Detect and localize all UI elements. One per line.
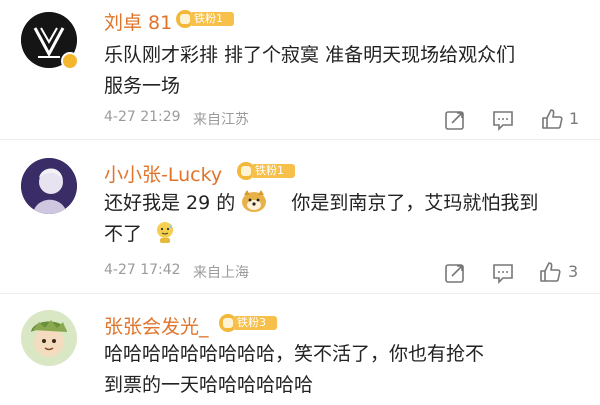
comment-timestamp: 4-27 17:42	[104, 262, 181, 278]
comment-button[interactable]	[491, 108, 515, 132]
username[interactable]: 张张会发光_	[104, 312, 209, 339]
comment-text-line-1: 乐队刚才彩排 排了个寂寞 准备明天现场给观众们	[104, 44, 516, 66]
fan-badge-label: 铁粉3	[233, 316, 277, 330]
avatar[interactable]	[21, 158, 77, 214]
comment-text-line-2: 服务一场	[104, 75, 181, 97]
comment-item: 刘卓 81 铁粉1 乐队刚才彩排 排了个寂寞 准备明天现场给观众们 服务一场 4…	[0, 0, 600, 138]
comment-text-part-1: 还好我是 29 的	[104, 192, 236, 214]
like-count: 3	[568, 262, 579, 281]
share-button[interactable]	[443, 108, 467, 132]
sweat-emoji-icon	[157, 222, 174, 243]
comment-location: 来自上海	[193, 265, 249, 281]
comment-text-line-2: 到票的一天哈哈哈哈哈哈	[104, 374, 314, 396]
comment-text-line-2: 不了	[104, 219, 176, 250]
portrait-avatar-icon	[21, 158, 77, 214]
comment-button[interactable]	[491, 261, 515, 285]
verified-badge-icon	[61, 52, 79, 70]
comment-text-line-1: 还好我是 29 的 你是到南京了，艾玛就怕我到	[104, 188, 538, 219]
fan-badge-label: 铁粉1	[190, 12, 234, 26]
comment-text-line-1: 哈哈哈哈哈哈哈哈哈，笑不活了，你也有抢不	[104, 343, 485, 365]
comment-icon	[493, 264, 513, 284]
comment-location: 来自江苏	[193, 112, 249, 128]
comment-icon	[493, 111, 513, 131]
like-button[interactable]	[540, 107, 564, 131]
avatar[interactable]	[21, 310, 77, 366]
fan-badge: 铁粉3	[219, 314, 277, 332]
username[interactable]: 小小张-Lucky	[104, 160, 222, 187]
like-button[interactable]	[538, 260, 562, 284]
comment-timestamp: 4-27 21:29	[104, 109, 181, 125]
share-button[interactable]	[443, 261, 467, 285]
fan-badge: 铁粉1	[176, 10, 234, 28]
share-icon	[445, 111, 464, 130]
username[interactable]: 刘卓 81	[104, 8, 172, 35]
fan-badge: 铁粉1	[237, 162, 295, 180]
comment-text-part-2: 你是到南京了，艾玛就怕我到	[291, 192, 539, 214]
comment-item: 小小张-Lucky 铁粉1 还好我是 29 的 你是到南京了，艾玛就怕我到 不了…	[0, 140, 600, 292]
share-icon	[445, 264, 464, 283]
like-count: 1	[569, 109, 580, 128]
comment-item: 张张会发光_ 铁粉3 哈哈哈哈哈哈哈哈哈，笑不活了，你也有抢不 到票的一天哈哈哈…	[0, 294, 600, 405]
cartoon-avatar-icon	[21, 310, 77, 366]
like-icon	[540, 262, 561, 282]
comment-text-part-3: 不了	[104, 223, 143, 245]
fan-badge-label: 铁粉1	[251, 164, 295, 178]
like-icon	[542, 109, 563, 129]
doge-emoji-icon	[242, 190, 267, 212]
